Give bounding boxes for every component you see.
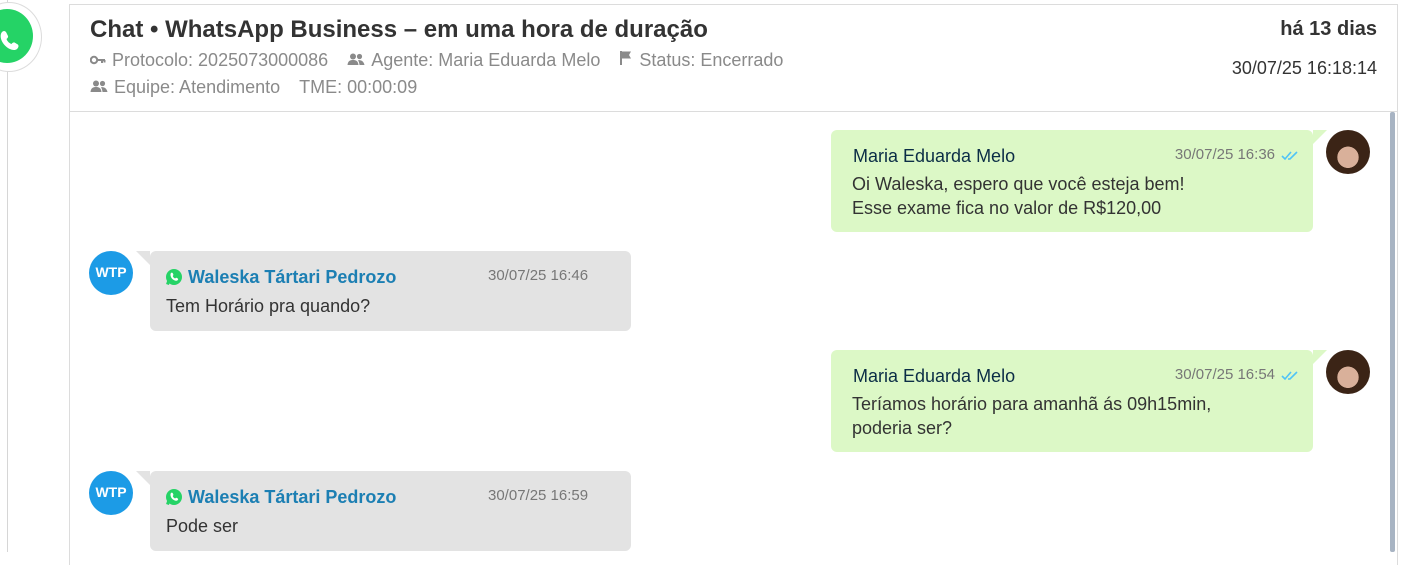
- contact-avatar-badge: WTP: [89, 471, 133, 515]
- sender-name: Waleska Tártari Pedrozo: [188, 267, 397, 287]
- agent-info: Agente: Maria Eduarda Melo: [347, 50, 600, 72]
- message-incoming: Waleska Tártari Pedrozo 30/07/25 16:46 T…: [136, 251, 631, 331]
- chat-datetime: 30/07/25 16:18:14: [1231, 58, 1377, 78]
- message-incoming: Waleska Tártari Pedrozo 30/07/25 16:59 P…: [136, 471, 631, 551]
- status-info: Status: Encerrado: [619, 50, 783, 72]
- sender-name: Waleska Tártari Pedrozo: [188, 487, 397, 507]
- double-check-icon: [1281, 368, 1299, 386]
- sender-name: Maria Eduarda Melo: [853, 366, 1016, 386]
- message-body: Pode ser: [166, 516, 239, 536]
- conversation[interactable]: Maria Eduarda Melo 30/07/25 16:36 Oi Wal…: [70, 112, 1397, 565]
- agent-avatar: [1326, 350, 1370, 394]
- message-time: 30/07/25 16:46: [488, 267, 589, 284]
- chat-meta-row-2: Equipe: Atendimento TME: 00:00:09: [90, 77, 431, 99]
- chat-age: há 13 dias: [1280, 18, 1377, 40]
- message-time: 30/07/25 16:59: [488, 487, 589, 504]
- agent-text: Agente: Maria Eduarda Melo: [371, 50, 601, 70]
- message-outgoing: Maria Eduarda Melo 30/07/25 16:54 Teríam…: [831, 350, 1327, 452]
- users-icon: [347, 49, 365, 70]
- tme-info: TME: 00:00:09: [299, 77, 418, 97]
- message-time: 30/07/25 16:54: [1174, 366, 1275, 383]
- message-body: Tem Horário pra quando?: [166, 296, 371, 316]
- whatsapp-icon: [165, 268, 183, 291]
- message-body: Teríamos horário para amanhã ás 09h15min…: [852, 394, 1212, 438]
- message-time: 30/07/25 16:36: [1174, 146, 1275, 163]
- users-icon: [90, 76, 108, 97]
- team-text: Equipe: Atendimento: [114, 77, 281, 97]
- chat-title: Chat • WhatsApp Business – em uma hora d…: [90, 16, 708, 43]
- message-outgoing: Maria Eduarda Melo 30/07/25 16:36 Oi Wal…: [831, 130, 1327, 232]
- chat-header: Chat • WhatsApp Business – em uma hora d…: [70, 5, 1397, 112]
- whatsapp-channel-icon: [0, 2, 42, 72]
- sender-name: Maria Eduarda Melo: [853, 146, 1016, 166]
- flag-icon: [619, 49, 633, 70]
- agent-avatar: [1326, 130, 1370, 174]
- contact-avatar-badge: WTP: [89, 251, 133, 295]
- protocol-info: Protocolo: 2025073000086: [89, 49, 329, 72]
- scrollbar[interactable]: [1390, 112, 1395, 552]
- timeline-rail: [7, 0, 8, 552]
- protocol-text: Protocolo: 2025073000086: [112, 50, 329, 70]
- status-text: Status: Encerrado: [639, 50, 784, 70]
- whatsapp-icon: [165, 488, 183, 511]
- message-body: Oi Waleska, espero que você esteja bem! …: [852, 174, 1185, 218]
- chat-meta-row-1: Protocolo: 2025073000086 Agente: Maria E…: [89, 49, 797, 72]
- double-check-icon: [1281, 148, 1299, 166]
- key-icon: [89, 49, 106, 70]
- chat-card: Chat • WhatsApp Business – em uma hora d…: [69, 4, 1398, 565]
- team-info: Equipe: Atendimento: [90, 77, 280, 99]
